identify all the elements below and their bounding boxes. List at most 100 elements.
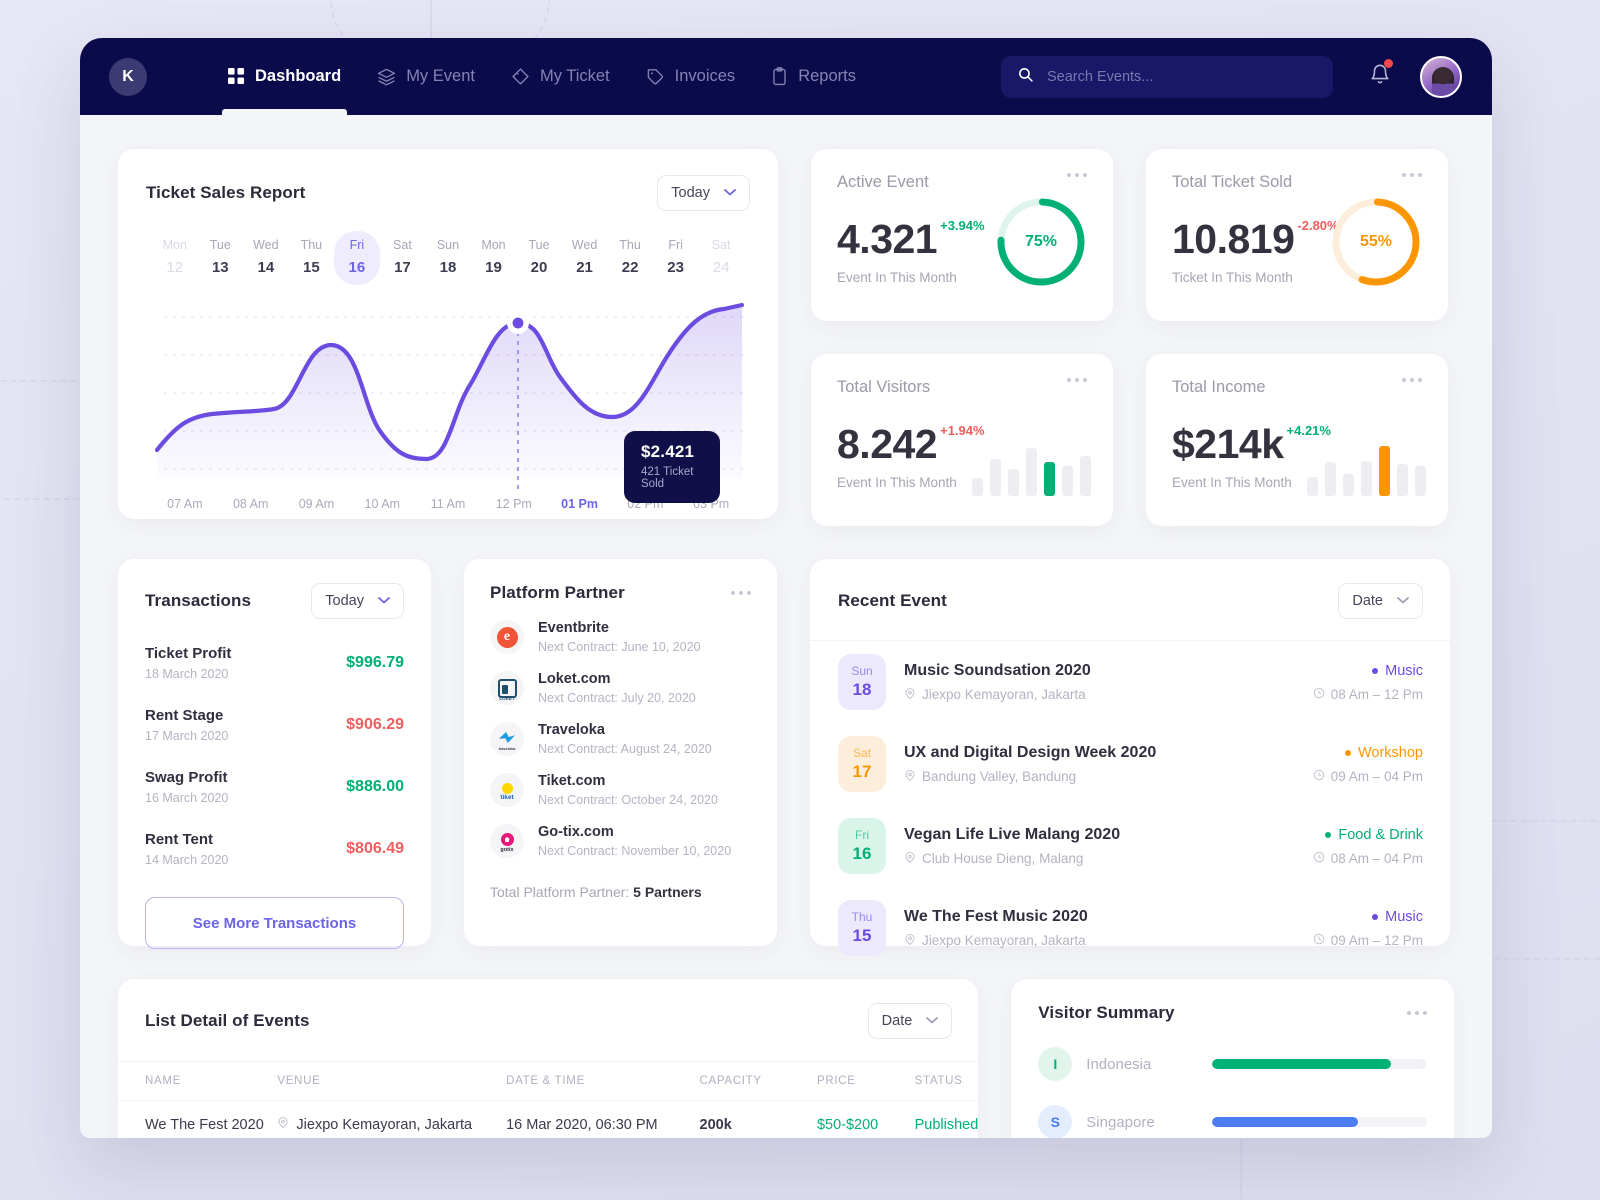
stat-card-total-income: Total Income $214k +4.21% Event In This Mon… [1146, 354, 1448, 526]
nav-item-reports[interactable]: Reports [753, 38, 874, 115]
transactions-filter-dropdown[interactable]: Today [311, 583, 404, 619]
chevron-down-icon [378, 596, 390, 607]
event-venue: Jiexpo Kemayoran, Jakarta [922, 687, 1086, 702]
platform-partner-row[interactable]: traveloka Traveloka Next Contract: August … [490, 722, 751, 756]
platform-name: Tiket.com [538, 773, 606, 789]
platform-name: Traveloka [538, 722, 605, 738]
mini-bar [1343, 474, 1354, 496]
sales-header: Ticket Sales Report Today [146, 175, 750, 211]
cell-venue: Jiexpo Kemayoran, Jakarta [277, 1100, 507, 1138]
day-chip-19[interactable]: Mon 19 [471, 231, 517, 285]
more-options-icon[interactable] [1407, 1011, 1427, 1015]
ticket-icon [511, 67, 530, 86]
search-input[interactable] [1047, 68, 1317, 85]
day-chip-22[interactable]: Thu 22 [607, 231, 653, 285]
platform-name: Loket.com [538, 671, 611, 687]
recent-header: Recent Event Date [810, 559, 1450, 641]
see-more-transactions-button[interactable]: See More Transactions [145, 897, 404, 949]
recent-filter-dropdown[interactable]: Date [1338, 583, 1423, 619]
grid-icon [228, 68, 245, 85]
platform-name: Go-tix.com [538, 824, 614, 840]
location-pin-icon [904, 851, 916, 867]
day-number: 23 [667, 259, 684, 276]
event-dow: Thu [851, 910, 873, 924]
day-number: 21 [576, 259, 593, 276]
sales-filter-dropdown[interactable]: Today [657, 175, 750, 211]
row-middle: Transactions Today Ticket Profit 18 March… [118, 559, 1454, 956]
nav-item-my-event[interactable]: My Event [359, 38, 493, 115]
recent-event-row[interactable]: Sun 18 Music Soundsation 2020 Jiexpo Kemayo… [810, 641, 1450, 723]
day-chip-23[interactable]: Fri 23 [653, 231, 699, 285]
platform-header: Platform Partner [490, 583, 751, 603]
platform-contract: Next Contract: August 24, 2020 [538, 742, 712, 756]
day-chip-14[interactable]: Wed 14 [243, 231, 289, 285]
event-info: Vegan Life Live Malang 2020 Club House Di… [904, 826, 1295, 867]
platform-partner-row[interactable]: gotix Go-tix.com Next Contract: November 1… [490, 824, 751, 858]
background-decoration [1240, 1140, 1242, 1200]
mini-bar [1044, 462, 1055, 496]
event-time-row: 09 Am – 12 Pm [1313, 933, 1423, 948]
country-name: Indonesia [1086, 1055, 1152, 1073]
app-logo[interactable]: K [109, 57, 147, 96]
cell-capacity: 200k [699, 1100, 817, 1138]
platform-contract: Next Contract: June 10, 2020 [538, 640, 701, 654]
transaction-row[interactable]: Swag Profit 16 March 2020 $886.00 [145, 769, 404, 805]
more-options-icon[interactable] [1402, 378, 1422, 382]
search-box[interactable] [1001, 55, 1333, 98]
ring-label: 55% [1359, 233, 1393, 250]
day-chip-15[interactable]: Thu 15 [289, 231, 335, 285]
event-dow: Sun [851, 664, 873, 678]
platform-partner-row[interactable]: LOKET Loket.com Next Contract: July 20, 20… [490, 671, 751, 705]
country-badge: S [1038, 1105, 1073, 1138]
stat-header: Total Income [1172, 378, 1422, 397]
day-number: 15 [303, 259, 320, 276]
tiket-logo: tiket [490, 773, 524, 807]
day-chip-18[interactable]: Sun 18 [425, 231, 471, 285]
more-options-icon[interactable] [1402, 173, 1422, 177]
transaction-row[interactable]: Rent Stage 17 March 2020 $906.29 [145, 707, 404, 743]
event-venue-row: Jiexpo Kemayoran, Jakarta [904, 933, 1295, 949]
day-chip-13[interactable]: Tue 13 [198, 231, 244, 285]
mini-bar [1415, 466, 1426, 496]
day-chip-17[interactable]: Sat 17 [380, 231, 426, 285]
nav-item-label: Invoices [674, 67, 736, 85]
gotix-logo: gotix [490, 824, 524, 858]
transaction-row[interactable]: Ticket Profit 18 March 2020 $996.79 [145, 645, 404, 681]
nav-item-my-ticket[interactable]: My Ticket [493, 38, 628, 115]
table-row[interactable]: We The Fest 2020 Jiexpo Kemayoran, Jakart… [118, 1100, 979, 1138]
recent-event-row[interactable]: Fri 16 Vegan Life Live Malang 2020 Club Hou… [810, 805, 1450, 887]
stat-card-total-ticket-sold: Total Ticket Sold 10.819 -2.80% Ticket In T… [1146, 149, 1448, 321]
day-chip-21[interactable]: Wed 21 [562, 231, 608, 285]
mini-bar [1379, 445, 1390, 496]
avatar[interactable] [1420, 55, 1462, 98]
day-name: Thu [300, 238, 323, 252]
platform-contract: Next Contract: October 24, 2020 [538, 793, 718, 807]
visitor-title: Visitor Summary [1038, 1003, 1175, 1022]
nav-item-invoices[interactable]: Invoices [628, 38, 754, 115]
day-chip-16[interactable]: Fri 16 [334, 231, 380, 285]
eventbrite-logo: e [490, 620, 524, 654]
search-icon [1017, 66, 1034, 88]
event-venue-row: Club House Dieng, Malang [904, 851, 1295, 867]
recent-event-row[interactable]: Thu 15 We The Fest Music 2020 Jiexpo Kemayo… [810, 887, 1450, 969]
nav-item-dashboard[interactable]: Dashboard [210, 38, 359, 115]
list-detail-filter-dropdown[interactable]: Date [867, 1003, 953, 1039]
transaction-date: 17 March 2020 [145, 729, 229, 743]
day-name: Mon [162, 238, 187, 252]
event-venue: Jiexpo Kemayoran, Jakarta [922, 933, 1086, 948]
more-options-icon[interactable] [731, 591, 751, 595]
platform-partner-row[interactable]: tiket Tiket.com Next Contract: October 24,… [490, 773, 751, 807]
stat-value: 4.321 [837, 216, 938, 262]
notifications-button[interactable] [1369, 59, 1393, 91]
stat-delta: +3.94% [940, 218, 985, 233]
more-options-icon[interactable] [1067, 378, 1087, 382]
transaction-row[interactable]: Rent Tent 14 March 2020 $806.49 [145, 831, 404, 867]
day-chip-20[interactable]: Tue 20 [516, 231, 562, 285]
more-options-icon[interactable] [1067, 173, 1087, 177]
platform-partner-row[interactable]: e Eventbrite Next Contract: June 10, 2020 [490, 620, 751, 654]
table-header-row: NAME VENUE DATE & TIME CAPACITY PRICE STATUS [118, 1061, 979, 1101]
day-chip-12[interactable]: Mon 12 [152, 231, 198, 285]
day-chip-24[interactable]: Sat 24 [698, 231, 744, 285]
transactions-card: Transactions Today Ticket Profit 18 March… [118, 559, 431, 949]
recent-event-row[interactable]: Sat 17 UX and Digital Design Week 2020 Band… [810, 723, 1450, 805]
